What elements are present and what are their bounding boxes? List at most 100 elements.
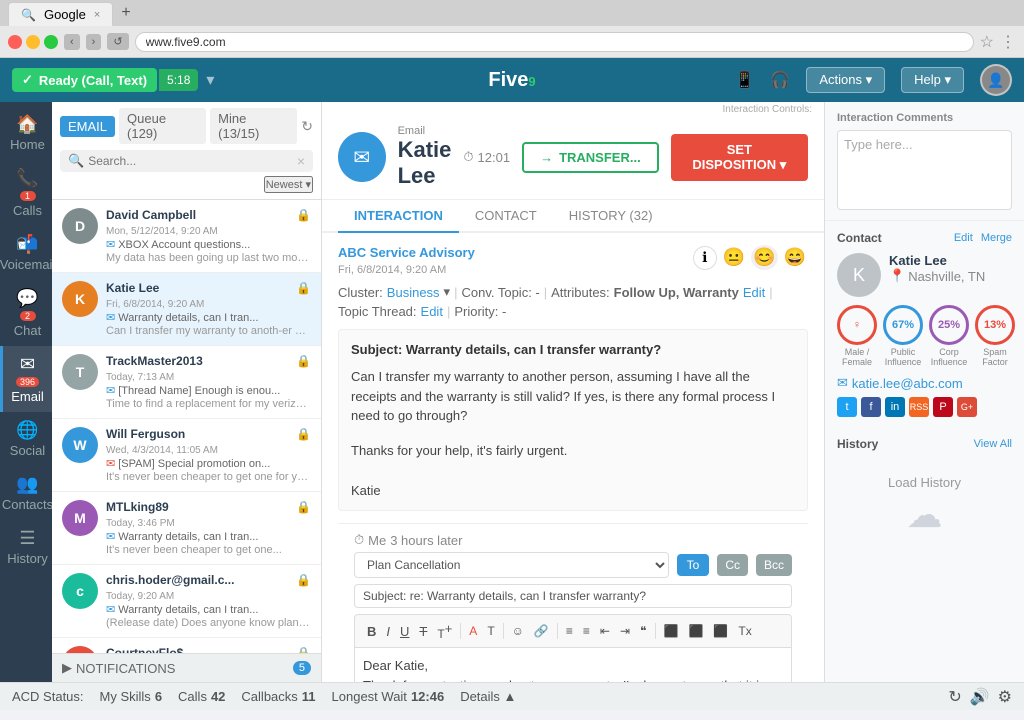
refresh-btn[interactable]: ↺	[107, 33, 128, 50]
underline-button[interactable]: U	[396, 622, 413, 641]
contact-email[interactable]: katie.lee@abc.com	[852, 376, 963, 391]
left-nav: 🏠 Home 📞 1 Calls 📬 Voicemail 💬 2 Chat ✉ …	[0, 102, 52, 682]
bold-button[interactable]: B	[363, 622, 380, 641]
reply-subject-input[interactable]	[354, 584, 792, 608]
settings-icon[interactable]: ⚙	[998, 687, 1012, 707]
tab-email[interactable]: EMAIL	[60, 116, 115, 137]
editor-body[interactable]: Dear Katie,Thank for contacting us about…	[354, 647, 792, 682]
avatar: D	[62, 208, 98, 244]
audio-icon[interactable]: 🔊	[970, 687, 990, 707]
align-left-button[interactable]: ⬛	[660, 622, 683, 640]
notifications-bar[interactable]: ▶ NOTIFICATIONS 5	[52, 653, 321, 682]
help-button[interactable]: Help ▾	[901, 67, 964, 93]
contact-merge-link[interactable]: Merge	[981, 232, 1012, 244]
view-all-link[interactable]: View All	[974, 438, 1012, 450]
comment-box[interactable]: Type here...	[837, 130, 1012, 210]
tab-queue[interactable]: Queue (129)	[119, 108, 206, 144]
font-size-button[interactable]: T	[483, 622, 498, 640]
font-color-button[interactable]: A	[465, 622, 481, 640]
italic-button[interactable]: I	[382, 622, 394, 641]
quote-button[interactable]: ❝	[636, 622, 650, 640]
sidebar-item-voicemail-label: Voicemail	[0, 257, 55, 272]
list-item[interactable]: c chris.hoder@gmail.c... 🔒 Today, 9:20 A…	[52, 565, 321, 638]
pinterest-icon[interactable]: P	[933, 397, 953, 417]
attributes-edit-link[interactable]: Edit	[743, 285, 765, 300]
linkedin-icon[interactable]: in	[885, 397, 905, 417]
topic-thread-edit-link[interactable]: Edit	[421, 304, 443, 319]
search-input[interactable]	[88, 154, 293, 168]
cluster-link[interactable]: Business	[387, 285, 440, 300]
ready-button[interactable]: ✓ Ready (Call, Text)	[12, 68, 157, 92]
indent-right-button[interactable]: ⇥	[616, 622, 634, 640]
list-item[interactable]: C CourtneyFlo$ 🔒 Today, 7:13 AM ✉ What's…	[52, 638, 321, 653]
headset-icon[interactable]: 🎧	[770, 70, 790, 90]
new-tab-btn[interactable]: +	[113, 0, 138, 26]
avatar[interactable]: 👤	[980, 64, 1012, 96]
refresh-status-icon[interactable]: ↻	[948, 687, 961, 707]
minimize-window-btn[interactable]	[26, 35, 40, 49]
sidebar-item-history[interactable]: ☰ History	[0, 520, 52, 574]
address-bar[interactable]	[135, 32, 974, 52]
google-plus-icon[interactable]: G+	[957, 397, 977, 417]
rss-icon[interactable]: RSS	[909, 397, 929, 417]
forward-btn[interactable]: ›	[86, 34, 102, 50]
bcc-button[interactable]: Bcc	[756, 554, 792, 576]
tab-close-btn[interactable]: ×	[94, 9, 100, 21]
tab-mine[interactable]: Mine (13/15)	[210, 108, 297, 144]
details-toggle[interactable]: Details ▲	[460, 689, 516, 704]
phone-icon[interactable]: 📱	[735, 70, 755, 90]
tab-contact[interactable]: CONTACT	[459, 200, 553, 233]
align-center-button[interactable]: ⬛	[684, 622, 707, 640]
list-item[interactable]: D David Campbell 🔒 Mon, 5/12/2014, 9:20 …	[52, 200, 321, 273]
ordered-list-button[interactable]: ≡	[562, 622, 577, 640]
list-item[interactable]: K Katie Lee 🔒 Fri, 6/8/2014, 9:20 AM ✉ W…	[52, 273, 321, 346]
dislike-button[interactable]: 😐	[721, 245, 747, 270]
back-btn[interactable]: ‹	[64, 34, 80, 50]
sort-button[interactable]: Newest ▾	[264, 176, 313, 193]
list-item[interactable]: T TrackMaster2013 🔒 Today, 7:13 AM ✉ [Th…	[52, 346, 321, 419]
comment-placeholder: Type here...	[844, 137, 913, 152]
strikethrough-button[interactable]: T	[415, 622, 431, 641]
to-button[interactable]: To	[677, 554, 710, 576]
maximize-window-btn[interactable]	[44, 35, 58, 49]
close-window-btn[interactable]	[8, 35, 22, 49]
email-subject-line: Subject: Warranty details, can I transfe…	[351, 342, 795, 357]
list-item[interactable]: M MTLking89 🔒 Today, 3:46 PM ✉ Warranty …	[52, 492, 321, 565]
twitter-icon[interactable]: t	[837, 397, 857, 417]
tab-history[interactable]: HISTORY (32)	[553, 200, 669, 233]
unordered-list-button[interactable]: ≡	[579, 622, 594, 640]
refresh-email-btn[interactable]: ↻	[301, 118, 313, 135]
superscript-button[interactable]: T+	[433, 619, 456, 643]
transfer-button[interactable]: → TRANSFER...	[522, 142, 659, 173]
contact-edit-link[interactable]: Edit	[954, 232, 973, 244]
info-button[interactable]: ℹ	[693, 246, 717, 270]
clear-search-icon[interactable]: ×	[297, 153, 305, 169]
browser-tab[interactable]: 🔍 Google ×	[8, 2, 113, 26]
emoji-button[interactable]: ☺	[508, 622, 528, 640]
sidebar-item-calls[interactable]: 📞 1 Calls	[0, 160, 52, 226]
email-date: Fri, 6/8/2014, 9:20 AM	[338, 264, 475, 276]
facebook-icon[interactable]: f	[861, 397, 881, 417]
align-right-button[interactable]: ⬛	[709, 622, 732, 640]
sidebar-item-email[interactable]: ✉ 396 Email	[0, 346, 52, 412]
sidebar-item-voicemail[interactable]: 📬 Voicemail	[0, 226, 52, 280]
set-disposition-button[interactable]: SET DISPOSITION ▾	[671, 134, 808, 181]
sidebar-item-home[interactable]: 🏠 Home	[0, 106, 52, 160]
tab-interaction[interactable]: INTERACTION	[338, 200, 459, 233]
like-button[interactable]: 😄	[782, 245, 808, 270]
email-preview: Can I transfer my warranty to anoth-er p…	[106, 325, 311, 337]
indent-left-button[interactable]: ⇤	[596, 622, 614, 640]
list-item[interactable]: W Will Ferguson 🔒 Wed, 4/3/2014, 11:05 A…	[52, 419, 321, 492]
clear-format-button[interactable]: Tx	[734, 622, 755, 640]
clock-icon: ⏱	[463, 149, 473, 165]
sidebar-item-social[interactable]: 🌐 Social	[0, 412, 52, 466]
sidebar-item-chat[interactable]: 💬 2 Chat	[0, 280, 52, 346]
sidebar-item-contacts[interactable]: 👥 Contacts	[0, 466, 52, 520]
neutral-button[interactable]: 😊	[751, 245, 777, 270]
actions-button[interactable]: Actions ▾	[806, 67, 885, 93]
email-body-thanks: Thanks for your help, it's fairly urgent…	[351, 441, 795, 461]
callbacks-count: 11	[302, 689, 316, 704]
template-select[interactable]: Plan Cancellation	[354, 552, 669, 578]
link-button[interactable]: 🔗	[530, 622, 553, 640]
cc-button[interactable]: Cc	[717, 554, 748, 576]
